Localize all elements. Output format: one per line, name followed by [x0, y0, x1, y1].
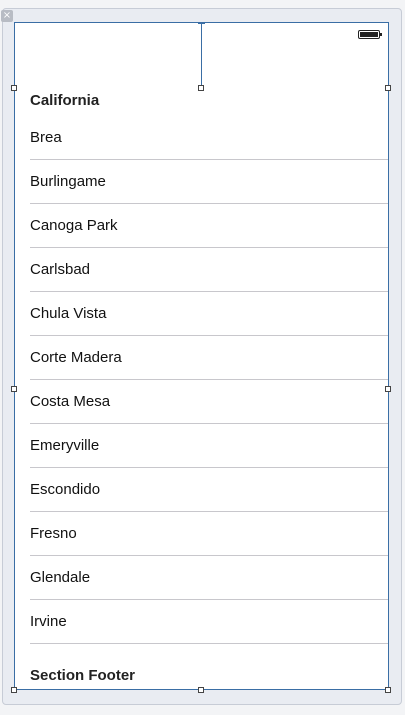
table-row[interactable]: Chula Vista	[15, 292, 388, 336]
table-row[interactable]: Glendale	[15, 556, 388, 600]
table-view[interactable]: California Brea Burlingame Canoga Park C…	[14, 22, 389, 690]
table-row[interactable]: Canoga Park	[15, 204, 388, 248]
resize-handle-top-center[interactable]	[198, 85, 204, 91]
row-label: Glendale	[30, 569, 91, 586]
section-header: California	[30, 92, 100, 109]
table-row[interactable]: Costa Mesa	[15, 380, 388, 424]
row-label: Escondido	[30, 481, 101, 498]
row-label: Costa Mesa	[30, 393, 111, 410]
close-icon[interactable]: ×	[1, 10, 13, 22]
battery-icon	[358, 30, 382, 39]
table-rows: Brea Burlingame Canoga Park Carlsbad Chu…	[15, 116, 388, 644]
row-label: Chula Vista	[30, 305, 107, 322]
table-row[interactable]: Carlsbad	[15, 248, 388, 292]
resize-handle-middle-right[interactable]	[385, 386, 391, 392]
row-label: Fresno	[30, 525, 77, 542]
row-label: Irvine	[30, 613, 67, 630]
resize-handle-middle-left[interactable]	[11, 386, 17, 392]
table-row[interactable]: Escondido	[15, 468, 388, 512]
resize-handle-bottom-right[interactable]	[385, 687, 391, 693]
row-label: Burlingame	[30, 173, 106, 190]
resize-handle-top-right[interactable]	[385, 85, 391, 91]
table-row[interactable]: Emeryville	[15, 424, 388, 468]
resize-handle-bottom-left[interactable]	[11, 687, 17, 693]
row-label: Corte Madera	[30, 349, 122, 366]
table-row[interactable]: Fresno	[15, 512, 388, 556]
row-label: Emeryville	[30, 437, 100, 454]
section-footer: Section Footer	[30, 667, 136, 684]
row-separator	[30, 643, 388, 644]
row-label: Carlsbad	[30, 261, 91, 278]
table-row[interactable]: Irvine	[15, 600, 388, 644]
table-row[interactable]: Brea	[15, 116, 388, 160]
top-constraint-line[interactable]	[201, 23, 202, 89]
table-row[interactable]: Burlingame	[15, 160, 388, 204]
storyboard-canvas: × California Brea Burlingame Canoga Park…	[0, 0, 405, 715]
row-label: Brea	[30, 129, 62, 146]
resize-handle-top-left[interactable]	[11, 85, 17, 91]
row-label: Canoga Park	[30, 217, 118, 234]
table-row[interactable]: Corte Madera	[15, 336, 388, 380]
resize-handle-bottom-center[interactable]	[198, 687, 204, 693]
